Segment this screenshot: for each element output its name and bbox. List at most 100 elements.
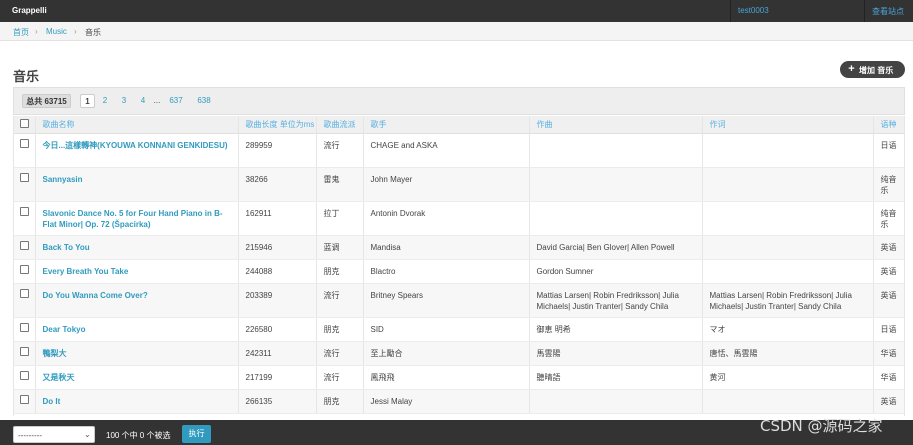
add-music-button[interactable]: + 增加 音乐 bbox=[840, 61, 905, 78]
row-checkbox[interactable] bbox=[19, 206, 29, 216]
table-row: 又是秋天 217199 流行 鳳飛飛 聽晴語 黄河 华语 bbox=[14, 365, 904, 390]
song-lyricist bbox=[702, 167, 874, 202]
row-select-cell bbox=[14, 133, 36, 168]
song-composer bbox=[529, 389, 703, 414]
page-ellipsis: ... bbox=[153, 96, 161, 105]
row-checkbox[interactable] bbox=[19, 288, 29, 298]
song-name-link[interactable]: Slavonic Dance No. 5 for Four Hand Piano… bbox=[35, 201, 239, 236]
song-lyricist bbox=[702, 201, 874, 236]
page-link[interactable]: 3 bbox=[119, 94, 129, 108]
song-name-link[interactable]: Sannyasin bbox=[35, 167, 239, 202]
song-lyricist: 唐恬、馬雲陽 bbox=[702, 341, 874, 366]
row-checkbox[interactable] bbox=[19, 172, 29, 182]
row-checkbox[interactable] bbox=[19, 240, 29, 250]
row-checkbox[interactable] bbox=[19, 322, 29, 332]
row-checkbox[interactable] bbox=[19, 370, 29, 380]
row-select-cell bbox=[14, 365, 36, 390]
table-row: Do You Wanna Come Over? 203389 流行 Britne… bbox=[14, 283, 904, 318]
song-length: 215946 bbox=[238, 235, 317, 260]
column-header-language[interactable]: 语种 bbox=[873, 116, 904, 134]
song-singer: John Mayer bbox=[363, 167, 530, 202]
chevron-right-icon: › bbox=[74, 27, 77, 36]
column-header-length[interactable]: 歌曲长度 单位为ms bbox=[238, 116, 317, 134]
row-select-cell bbox=[14, 259, 36, 284]
song-language: 华语 bbox=[873, 341, 904, 366]
row-checkbox[interactable] bbox=[19, 264, 29, 274]
song-language: 英语 bbox=[873, 259, 904, 284]
user-menu[interactable]: test0003 bbox=[738, 6, 769, 15]
song-singer: SID bbox=[363, 317, 530, 342]
song-length: 289959 bbox=[238, 133, 317, 168]
song-length: 266135 bbox=[238, 389, 317, 414]
song-lyricist: Mattias Larsen| Robin Fredriksson| Julia… bbox=[702, 283, 874, 318]
top-navbar: Grappelli test0003 查看站点 bbox=[0, 0, 913, 22]
row-select-cell bbox=[14, 341, 36, 366]
song-name-link[interactable]: Every Breath You Take bbox=[35, 259, 239, 284]
breadcrumb-app[interactable]: Music bbox=[46, 27, 67, 36]
breadcrumb-home[interactable]: 首页 bbox=[13, 27, 29, 38]
song-genre: 蓝调 bbox=[316, 235, 364, 260]
song-length: 162911 bbox=[238, 201, 317, 236]
column-header-composer[interactable]: 作曲 bbox=[529, 116, 703, 134]
song-name-link[interactable]: Dear Tokyo bbox=[35, 317, 239, 342]
song-length: 203389 bbox=[238, 283, 317, 318]
song-name-link[interactable]: Do It bbox=[35, 389, 239, 414]
song-composer: 聽晴語 bbox=[529, 365, 703, 390]
select-all-checkbox[interactable] bbox=[19, 119, 29, 129]
song-singer: 鳳飛飛 bbox=[363, 365, 530, 390]
song-lyricist: マオ bbox=[702, 317, 874, 342]
song-name-link[interactable]: 今日...這樣轉神(KYOUWA KONNANI GENKIDESU) bbox=[35, 133, 239, 168]
song-singer: Antonin Dvorak bbox=[363, 201, 530, 236]
run-action-button[interactable]: 执行 bbox=[182, 425, 211, 443]
song-language: 英语 bbox=[873, 283, 904, 318]
song-name-link[interactable]: 鴨梨大 bbox=[35, 341, 239, 366]
row-select-cell bbox=[14, 317, 36, 342]
song-composer bbox=[529, 201, 703, 236]
watermark: CSDN @源码之家 bbox=[760, 417, 883, 435]
total-count: 总共 63715 bbox=[22, 94, 71, 108]
song-composer: David Garcia| Ben Glover| Allen Powell bbox=[529, 235, 703, 260]
page-link[interactable]: 2 bbox=[100, 94, 110, 108]
song-name-link[interactable]: 又是秋天 bbox=[35, 365, 239, 390]
song-genre: 朋克 bbox=[316, 259, 364, 284]
page-link[interactable]: 4 bbox=[138, 94, 148, 108]
song-language: 华语 bbox=[873, 365, 904, 390]
row-select-cell bbox=[14, 283, 36, 318]
row-select-cell bbox=[14, 389, 36, 414]
row-checkbox[interactable] bbox=[19, 394, 29, 404]
song-composer: Mattias Larsen| Robin Fredriksson| Julia… bbox=[529, 283, 703, 318]
breadcrumb-current: 音乐 bbox=[85, 28, 101, 37]
column-header-lyricist[interactable]: 作词 bbox=[702, 116, 874, 134]
song-lyricist bbox=[702, 259, 874, 284]
song-composer: 御恵 明希 bbox=[529, 317, 703, 342]
page-link[interactable]: 637 bbox=[166, 94, 186, 108]
song-language: 日语 bbox=[873, 317, 904, 342]
brand-title[interactable]: Grappelli bbox=[12, 6, 47, 15]
song-singer: CHAGE and ASKA bbox=[363, 133, 530, 168]
table-header-row: 歌曲名称 歌曲长度 单位为ms 歌曲流派 歌手 作曲 作词 语种 bbox=[14, 116, 904, 134]
page-current: 1 bbox=[80, 94, 95, 108]
song-genre: 流行 bbox=[316, 365, 364, 390]
table-row: Back To You 215946 蓝调 Mandisa David Garc… bbox=[14, 235, 904, 260]
view-site-link[interactable]: 查看站点 bbox=[872, 6, 904, 17]
row-checkbox[interactable] bbox=[19, 346, 29, 356]
song-name-link[interactable]: Back To You bbox=[35, 235, 239, 260]
selected-count: 100 个中 0 个被选 bbox=[106, 431, 171, 440]
page-link[interactable]: 638 bbox=[194, 94, 214, 108]
song-genre: 雷鬼 bbox=[316, 167, 364, 202]
table-row: Sannyasin 38266 雷鬼 John Mayer 纯音乐 bbox=[14, 167, 904, 202]
song-name-link[interactable]: Do You Wanna Come Over? bbox=[35, 283, 239, 318]
column-header-name[interactable]: 歌曲名称 bbox=[35, 116, 239, 134]
table-row: Do It 266135 朋克 Jessi Malay 英语 bbox=[14, 389, 904, 414]
song-genre: 朋克 bbox=[316, 317, 364, 342]
row-checkbox[interactable] bbox=[19, 138, 29, 148]
action-select[interactable]: --------- ⌄ bbox=[13, 426, 95, 443]
column-header-singer[interactable]: 歌手 bbox=[363, 116, 530, 134]
column-header-genre[interactable]: 歌曲流派 bbox=[316, 116, 364, 134]
song-singer: Britney Spears bbox=[363, 283, 530, 318]
song-lyricist bbox=[702, 133, 874, 168]
table-row: Slavonic Dance No. 5 for Four Hand Piano… bbox=[14, 201, 904, 236]
song-singer: Jessi Malay bbox=[363, 389, 530, 414]
results-table: 歌曲名称 歌曲长度 单位为ms 歌曲流派 歌手 作曲 作词 语种 今日...這樣… bbox=[13, 116, 905, 416]
song-genre: 流行 bbox=[316, 133, 364, 168]
